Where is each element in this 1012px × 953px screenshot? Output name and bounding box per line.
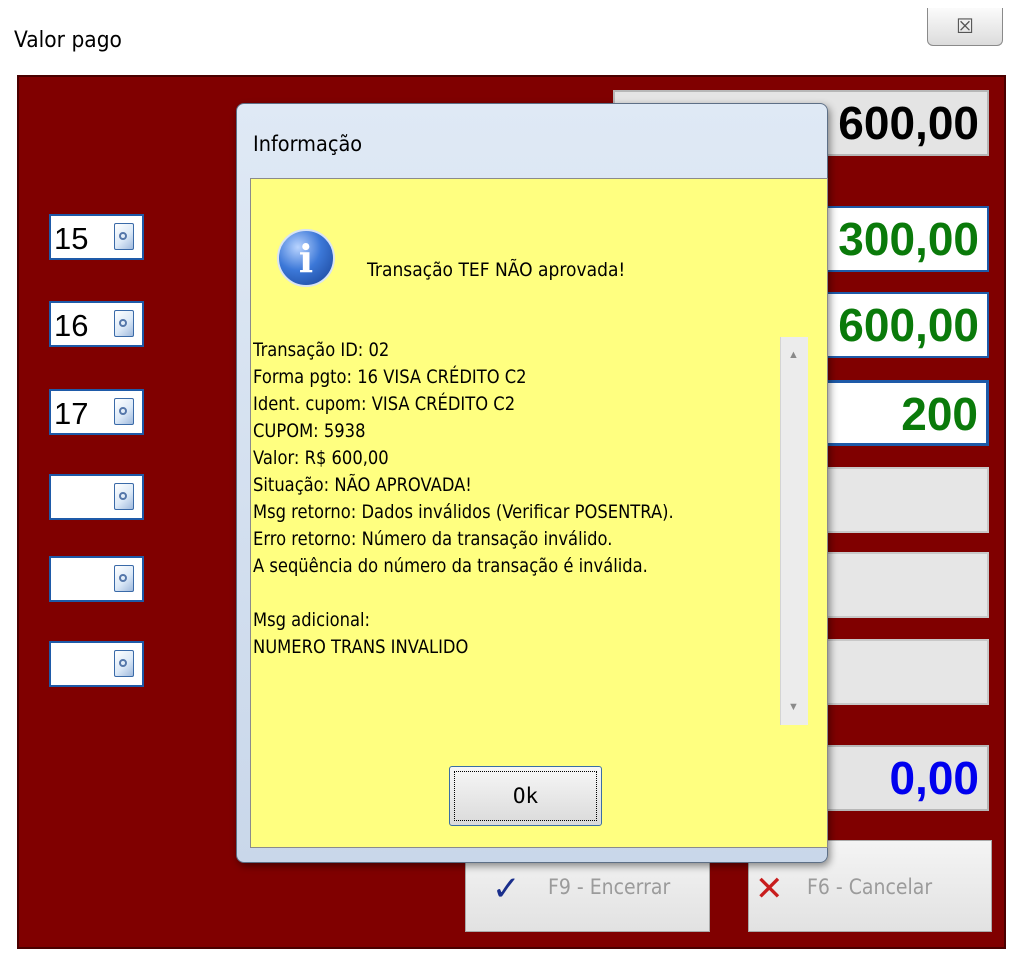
payment-method-field-2[interactable]: 16: [49, 301, 144, 347]
focus-ring: [454, 771, 597, 821]
close-icon: ☒: [956, 16, 974, 38]
details-scrollbar[interactable]: ▲ ▼: [780, 337, 808, 725]
detail-line: [253, 580, 706, 607]
document-search-icon[interactable]: [114, 223, 134, 250]
detail-line: Transação ID: 02: [253, 339, 390, 361]
detail-line: A seqüência do número da transação é inv…: [253, 555, 648, 577]
detail-line: Msg adicional:: [253, 609, 371, 631]
detail-line: Erro retorno: Número da transação inváli…: [253, 528, 613, 550]
scroll-up-arrow-icon[interactable]: ▲: [788, 349, 799, 361]
detail-line: Forma pgto: 16 VISA CRÉDITO C2: [253, 366, 527, 388]
info-icon: i: [277, 229, 335, 287]
detail-line: Ident. cupom: VISA CRÉDITO C2: [253, 393, 516, 415]
checkmark-icon: ✓: [492, 869, 521, 909]
document-search-icon[interactable]: [114, 398, 134, 425]
dialog-headline: Transação TEF NÃO aprovada!: [367, 259, 626, 281]
detail-line: Msg retorno: Dados inválidos (Verificar …: [253, 501, 674, 523]
document-search-icon[interactable]: [114, 650, 134, 677]
document-search-icon[interactable]: [114, 565, 134, 592]
payment-method-number: 17: [54, 396, 89, 431]
detail-line: Valor: R$ 600,00: [253, 447, 389, 469]
payment-method-field-1[interactable]: 15: [49, 214, 144, 260]
cancel-button-label: F6 - Cancelar: [807, 875, 933, 899]
document-search-icon[interactable]: [114, 310, 134, 337]
payment-method-field-5[interactable]: [49, 556, 144, 602]
info-dialog: Informação i Transação TEF NÃO aprovada!…: [236, 103, 828, 863]
scroll-down-arrow-icon[interactable]: ▼: [788, 701, 799, 713]
detail-line: CUPOM: 5938: [253, 420, 366, 442]
payment-method-field-3[interactable]: 17: [49, 389, 144, 435]
close-button[interactable]: ☒: [927, 8, 1003, 46]
window-title: Valor pago: [14, 28, 122, 53]
x-mark-icon: ✕: [755, 869, 784, 909]
payment-method-field-4[interactable]: [49, 474, 144, 520]
dialog-title: Informação: [253, 132, 363, 156]
payment-method-field-6[interactable]: [49, 641, 144, 687]
finish-button-label: F9 - Encerrar: [548, 875, 671, 899]
detail-line: Situação: NÃO APROVADA!: [253, 474, 472, 496]
document-search-icon[interactable]: [114, 483, 134, 510]
ok-button[interactable]: Ok: [449, 766, 602, 826]
dialog-body: i Transação TEF NÃO aprovada! Transação …: [250, 178, 828, 848]
payment-method-number: 15: [54, 221, 89, 256]
payment-method-number: 16: [54, 308, 89, 343]
detail-line: NUMERO TRANS INVALIDO: [253, 636, 469, 658]
transaction-details-text[interactable]: Transação ID: 02 Forma pgto: 16 VISA CRÉ…: [253, 337, 780, 725]
